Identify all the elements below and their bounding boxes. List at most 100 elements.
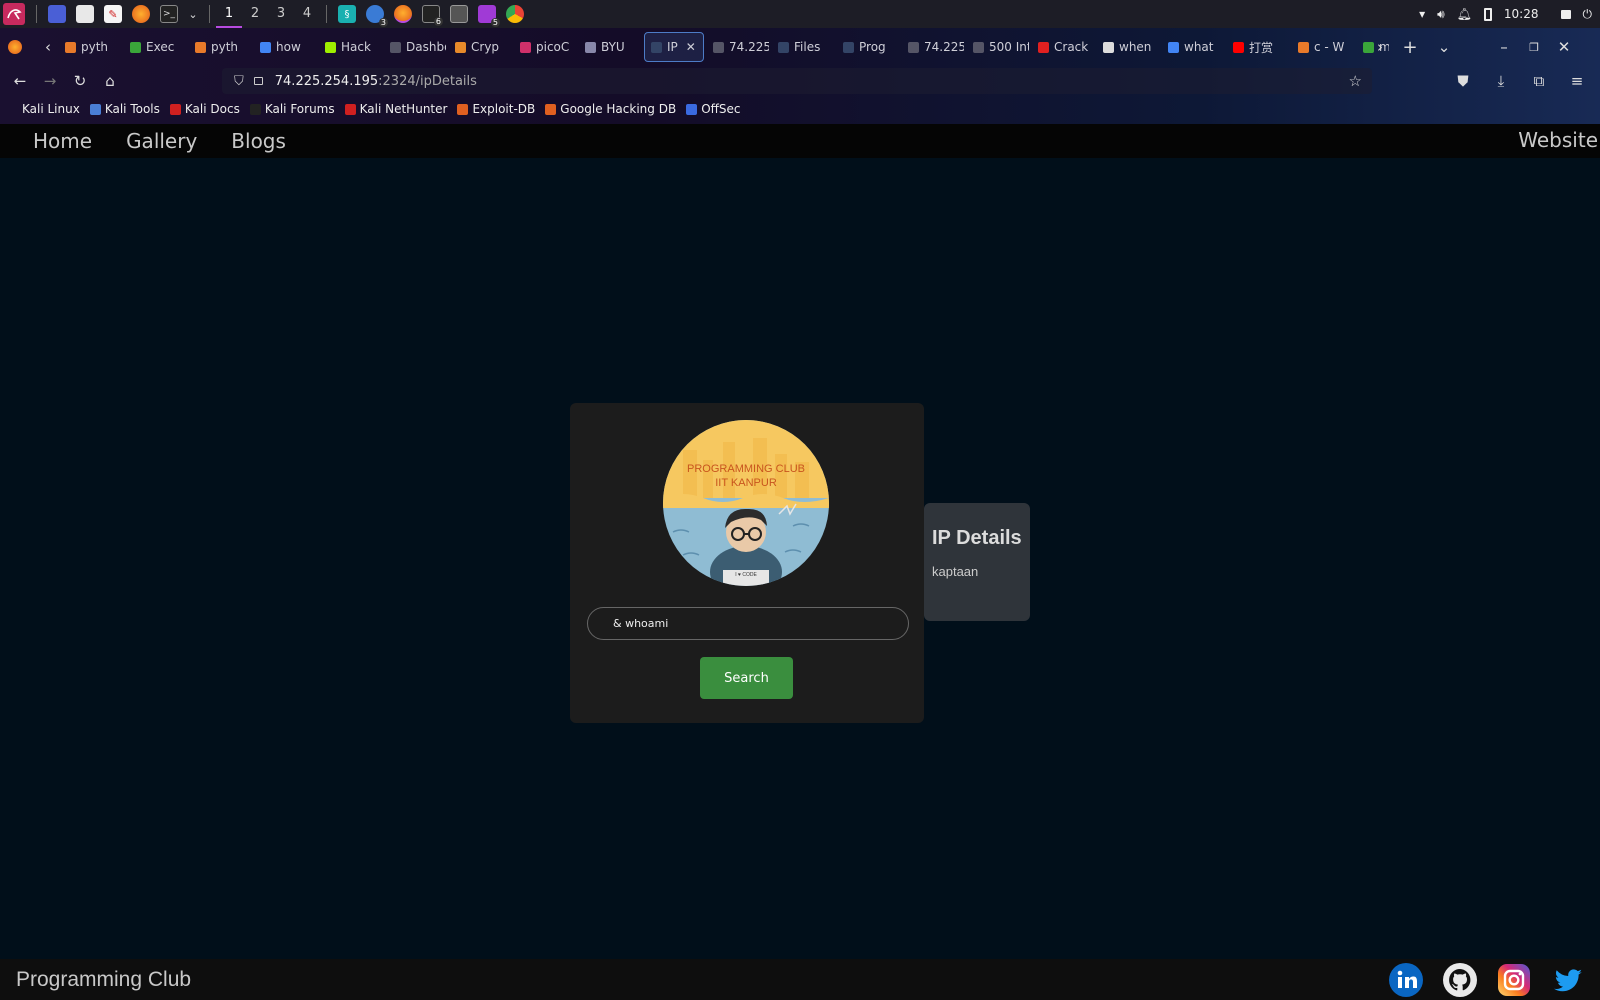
wifi-icon[interactable]: ▾ [1419,7,1425,21]
taskbar-separator [209,5,210,23]
kali-menu-icon[interactable] [3,3,25,25]
navigation-row: ← → ↻ ⌂ ⛉ 74.225.254.195:2324/ipDetails … [0,66,1600,96]
task-badge: 6 [433,17,443,26]
task-chromium-icon[interactable]: 3 [366,5,388,27]
browser-tab[interactable]: Prog [837,32,899,62]
site-lock-icon[interactable] [253,77,263,85]
taskbar-separator [326,5,327,23]
browser-tab[interactable]: BYU [579,32,641,62]
browser-tab[interactable]: Hack [319,32,381,62]
browser-tab[interactable]: Cryp [449,32,511,62]
nav-website-link[interactable]: Website [1518,128,1598,152]
linkedin-icon[interactable] [1388,962,1424,998]
firefox-icon[interactable] [132,5,150,23]
ip-search-input[interactable] [587,607,909,640]
file-manager-icon[interactable] [76,5,94,23]
nav-home-link[interactable]: Home [33,129,92,153]
scroll-tabs-right-icon[interactable]: › [1369,32,1391,62]
browser-tab[interactable]: pyth [59,32,121,62]
browser-tab[interactable]: 打赏 [1227,32,1289,62]
browser-tab[interactable]: Files [772,32,834,62]
logo-title-line2: IIT KANPUR [715,477,777,489]
browser-tab[interactable]: IP ✕ [644,32,704,62]
browser-tab[interactable]: picoC [514,32,576,62]
bookmark-item[interactable]: OffSec [686,102,741,116]
bookmark-item[interactable]: Kali Docs [169,102,240,116]
bookmark-item[interactable]: Kali Forums [249,102,335,116]
browser-tab[interactable]: 74.225.2 [902,32,964,62]
bookmark-item[interactable]: Kali Linux [22,102,80,116]
bookmark-item[interactable]: Kali NetHunter [344,102,447,116]
nav-gallery-link[interactable]: Gallery [126,129,197,153]
workspace-2[interactable]: 2 [242,0,268,28]
browser-tab[interactable]: Crack [1032,32,1094,62]
task-window-icon[interactable] [450,5,468,23]
address-bar[interactable]: ⛉ 74.225.254.195:2324/ipDetails ☆ [222,68,1372,94]
notification-bell-icon[interactable]: 🔔︎ [1457,7,1472,21]
tab-favicon-icon [908,41,919,53]
twitter-icon[interactable] [1550,962,1586,998]
bookmark-item[interactable]: Exploit-DB [457,102,535,116]
browser-tab[interactable]: c - W [1292,32,1354,62]
browser-tab[interactable]: 74.225.2 [707,32,769,62]
firefox-view-icon[interactable] [8,40,22,54]
chevron-down-icon[interactable]: ⌄ [188,5,198,23]
restore-window-icon[interactable]: ❐ [1519,32,1549,62]
tracking-shield-icon[interactable]: ⛉ [234,74,244,89]
browser-tab[interactable]: how [254,32,316,62]
browser-tab[interactable]: when [1097,32,1159,62]
bookmark-label: Exploit-DB [472,102,536,116]
bookmark-item[interactable]: Kali Tools [89,102,160,116]
search-button[interactable]: Search [700,657,793,699]
workspace-3[interactable]: 3 [268,0,294,28]
back-arrow-icon[interactable]: ← [5,66,35,96]
scroll-tabs-left-icon[interactable]: ‹ [37,32,59,62]
workspace-1[interactable]: 1 [216,0,242,28]
workspace-4[interactable]: 4 [294,0,320,28]
browser-tab[interactable]: what [1162,32,1224,62]
tab-favicon-icon [973,41,984,53]
clock[interactable]: 10:28 [1504,7,1539,21]
power-icon[interactable]: ⏻ [1583,7,1593,22]
minimize-window-icon[interactable]: – [1489,32,1519,62]
browser-tab[interactable]: Exec [124,32,186,62]
downloads-icon[interactable]: ⤓ [1486,66,1516,96]
instagram-icon[interactable] [1496,962,1532,998]
browser-tab[interactable]: Dashbo [384,32,446,62]
github-icon[interactable] [1442,962,1478,998]
list-all-tabs-chevron-icon[interactable]: ⌄ [1429,32,1459,62]
text-editor-icon[interactable]: ✎ [104,5,122,23]
task-firefox-icon[interactable] [394,5,412,23]
terminal-icon[interactable]: >_ [160,5,178,23]
task-badge: 5 [490,18,500,27]
bookmark-star-icon[interactable]: ☆ [1349,72,1362,90]
tab-favicon-icon [1298,41,1309,53]
nav-blogs-link[interactable]: Blogs [231,129,286,153]
bookmark-label: Kali Docs [184,102,240,116]
task-terminal-icon[interactable]: 6 [422,5,443,26]
show-desktop-icon[interactable] [48,5,66,23]
app-menu-icon[interactable]: ≡ [1562,66,1592,96]
extensions-icon[interactable]: ⧉ [1524,66,1554,96]
close-window-icon[interactable]: ✕ [1549,32,1579,62]
task-chrome-icon[interactable] [506,5,524,23]
pocket-icon[interactable]: ⛊ [1448,66,1478,96]
lock-icon[interactable] [1560,9,1571,19]
home-icon[interactable]: ⌂ [95,66,125,96]
forward-arrow-icon[interactable]: → [35,66,65,96]
tab-label: Dashbo [406,40,446,54]
tab-favicon-icon [260,41,271,53]
close-tab-icon[interactable]: ✕ [686,40,696,54]
tab-favicon-icon [1233,41,1244,53]
browser-tab[interactable]: 500 Inte [967,32,1029,62]
bookmark-item[interactable]: Google Hacking DB [545,102,676,116]
battery-icon[interactable] [1483,7,1492,21]
new-tab-plus-icon[interactable]: + [1395,32,1425,62]
reload-icon[interactable]: ↻ [65,66,95,96]
task-app-icon[interactable]: § [338,5,356,23]
browser-tab[interactable]: pyth [189,32,251,62]
task-app-icon[interactable]: 5 [478,5,500,27]
taskbar-separator [36,5,37,23]
tab-label: c - W [1314,40,1345,54]
volume-icon[interactable]: 🔊︎ [1437,7,1445,22]
